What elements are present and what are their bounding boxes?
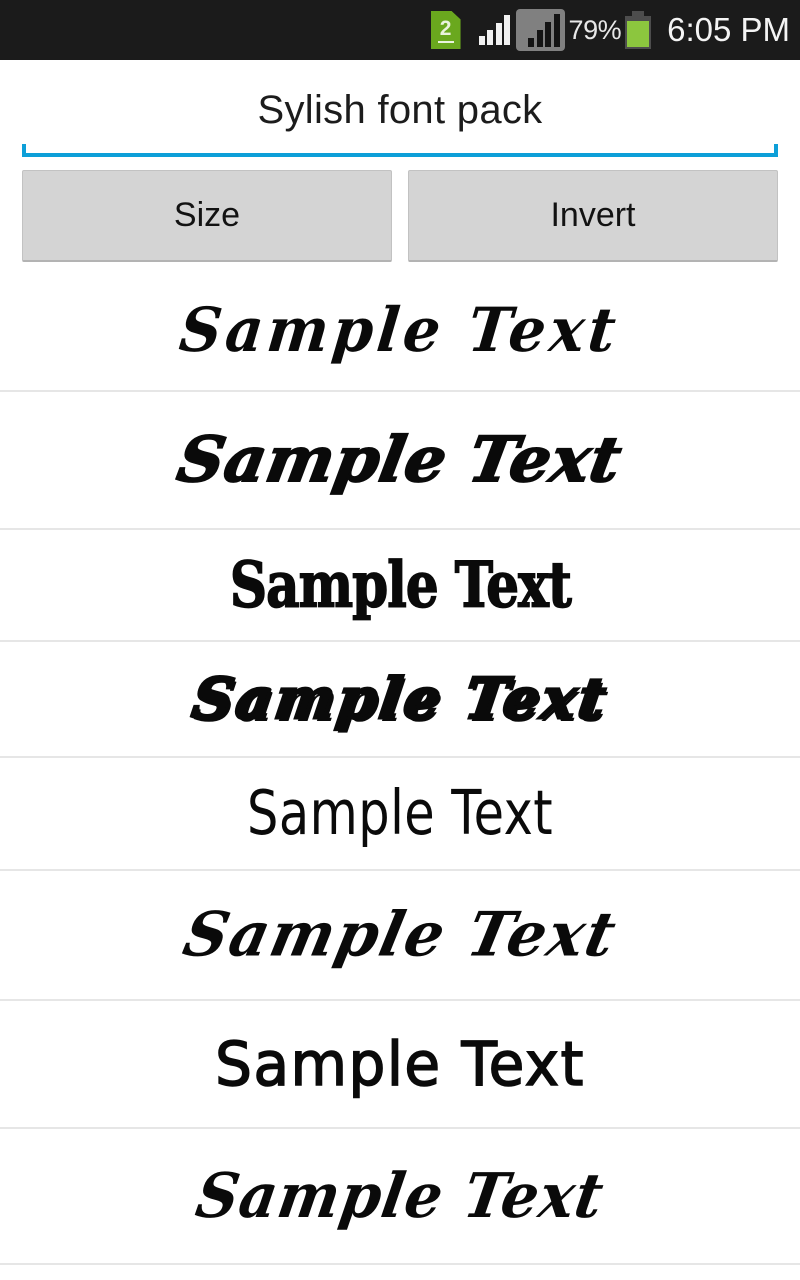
size-button[interactable]: Size bbox=[22, 170, 392, 262]
battery-percent-label: 79% bbox=[568, 14, 622, 45]
list-item[interactable]: Sample Text bbox=[0, 642, 800, 758]
list-item[interactable]: Sample Text bbox=[0, 270, 800, 392]
sim-card-2-icon: 2 bbox=[430, 11, 461, 49]
list-item[interactable]: Sample Text bbox=[0, 530, 800, 642]
signal-bars-icon bbox=[478, 15, 511, 45]
sim-card-underline bbox=[437, 41, 454, 43]
battery-icon bbox=[625, 11, 652, 49]
signal-bar-1 bbox=[478, 36, 485, 45]
signal2-bar-2 bbox=[536, 30, 543, 47]
list-item[interactable]: Sample Text bbox=[0, 871, 800, 1001]
font-pack-name-field[interactable]: Sylish font pack bbox=[0, 60, 800, 160]
font-sample-text: Sample Text bbox=[191, 1159, 609, 1233]
status-bar-clock: 6:05 PM bbox=[667, 11, 790, 48]
font-sample-text: Sample Text bbox=[187, 665, 614, 734]
signal-bars-boxed-icon bbox=[516, 9, 565, 51]
invert-button[interactable]: Invert bbox=[408, 170, 778, 262]
list-item[interactable]: Sample Text bbox=[0, 392, 800, 530]
font-sample-text: Sample Text bbox=[229, 548, 572, 622]
toolbar: Size Invert bbox=[0, 160, 800, 270]
signal2-bar-4 bbox=[553, 14, 560, 47]
font-sample-text: Sample Text bbox=[172, 422, 629, 497]
signal2-bar-1 bbox=[528, 38, 535, 47]
signal2-bar-3 bbox=[545, 22, 552, 47]
edit-field-underline bbox=[22, 144, 778, 157]
status-bar: 2 79% 6:05 PM bbox=[0, 0, 800, 60]
signal-bar-3 bbox=[495, 23, 502, 45]
font-sample-text: Sample Text bbox=[176, 294, 624, 366]
list-item[interactable]: Sample Text bbox=[0, 758, 800, 871]
list-item[interactable]: Sample Text bbox=[0, 1129, 800, 1265]
signal-bar-4 bbox=[504, 15, 511, 45]
font-sample-text: Sample Text bbox=[176, 899, 624, 971]
battery-fill bbox=[627, 21, 650, 47]
font-sample-text: Sample Text bbox=[246, 778, 554, 849]
font-sample-text: Sample Text bbox=[214, 1028, 585, 1100]
list-item[interactable]: Sample Text bbox=[0, 1001, 800, 1129]
font-sample-list: Sample Text Sample Text Sample Text Samp… bbox=[0, 270, 800, 1265]
signal-bar-2 bbox=[487, 30, 494, 45]
sim-card-number: 2 bbox=[439, 17, 452, 40]
page-title: Sylish font pack bbox=[257, 87, 543, 132]
